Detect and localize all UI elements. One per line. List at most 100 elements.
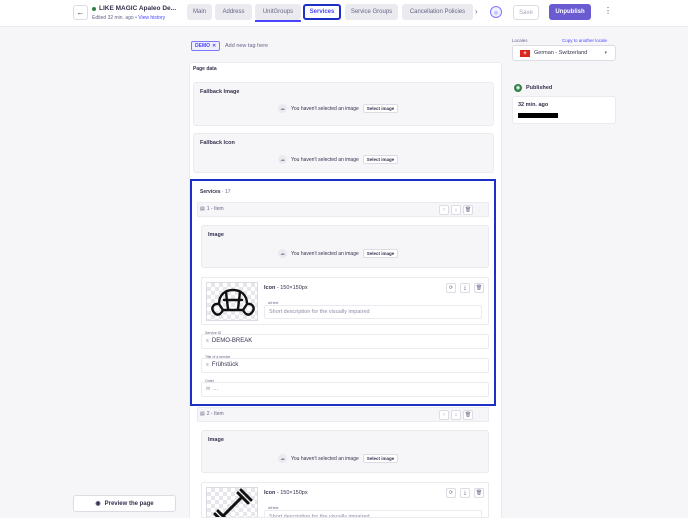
empty-image-text: You haven't selected an image [291, 455, 359, 462]
item-label: ▤ 2 - Item [200, 411, 224, 417]
redacted-text [518, 113, 558, 118]
item-image-label: Image [208, 232, 224, 238]
services-header: Services · 17 [200, 189, 231, 195]
select-image-button[interactable]: Select image [362, 454, 399, 463]
fallback-icon-picker: ☁ You haven't selected an image Select i… [278, 155, 399, 164]
image-upload-icon: ☁ [278, 104, 287, 113]
replace-icon[interactable]: ⟳ [446, 283, 456, 293]
fallback-image-field: Fallback Image ☁ You haven't selected an… [193, 82, 494, 126]
tag-chip-label: DEMO [195, 43, 210, 49]
fallback-image-label: Fallback Image [200, 89, 240, 95]
page-data-title: Page data [193, 66, 217, 72]
item-1-image-field: Image ☁ You haven't selected an image Se… [201, 225, 489, 268]
publish-status-card: ◉ Published 32 min. ago [510, 80, 617, 124]
item-drag-icon: ▤ [200, 206, 205, 212]
delete-button[interactable]: 🗑 [463, 410, 473, 420]
eye-icon: ◉ [95, 501, 101, 507]
select-image-button[interactable]: Select image [362, 104, 399, 113]
more-vertical-icon[interactable]: ⋮ [604, 6, 612, 15]
icon-preview[interactable] [206, 487, 258, 517]
item-1-label: 1 - Item [206, 206, 224, 212]
empty-image-text: You haven't selected an image [291, 105, 359, 112]
trash-icon[interactable]: 🗑 [474, 283, 484, 293]
move-up-button[interactable]: ↑ [439, 410, 449, 420]
image-upload-icon: ☁ [278, 249, 287, 258]
tab-unitgroups[interactable]: UnitGroups [255, 4, 301, 20]
fallback-image-picker: ☁ You haven't selected an image Select i… [278, 104, 399, 113]
drag-handle-icon[interactable]: ⋮ [475, 205, 485, 215]
croissant-icon [211, 288, 255, 316]
text-icon: ≡ [206, 362, 209, 368]
view-history-link[interactable]: View history [138, 15, 165, 21]
copy-locale-link[interactable]: Copy to another locale [562, 38, 607, 43]
image-upload-icon: ☁ [278, 155, 287, 164]
chevron-down-icon: ▾ [604, 50, 607, 56]
move-up-button[interactable]: ↑ [439, 205, 449, 215]
tab-cancellation-policies[interactable]: Cancellation Policies [402, 4, 473, 20]
entry-subtitle: Edited 32 min. ago • View history [92, 15, 165, 21]
published-info: 32 min. ago [512, 96, 616, 124]
download-icon[interactable]: ⤓ [460, 283, 470, 293]
tab-service-groups[interactable]: Service Groups [345, 4, 398, 20]
icon-size-sep: - [276, 490, 279, 496]
icon-title: Icon - 150×150px [264, 285, 308, 291]
item-actions: ↑ ↓ 🗑 ⋮ [439, 410, 485, 420]
avatar-icon[interactable]: ◎ [490, 6, 502, 18]
service-id-value-row: ≡ DEMO-BREAK [206, 338, 252, 344]
locale-select[interactable]: + German - Switzerland ▾ [512, 45, 616, 61]
chevron-right-icon[interactable]: › [475, 7, 478, 16]
alt-text-input[interactable]: Short description for the visually impai… [264, 305, 482, 319]
tab-address[interactable]: Address [215, 4, 252, 20]
item-actions: ↑ ↓ 🗑 ⋮ [439, 205, 485, 215]
image-upload-icon: ☁ [278, 454, 287, 463]
swiss-flag-icon: + [520, 50, 530, 57]
add-tag-input[interactable]: Add new tag here [225, 43, 268, 49]
service-title-field[interactable]: ≡ Frühstück [201, 358, 489, 373]
icon-actions: ⟳ ⤓ 🗑 [446, 488, 484, 498]
separator: • [135, 15, 137, 21]
edited-time: Edited 32 min. ago [92, 15, 134, 21]
trash-icon[interactable]: 🗑 [474, 488, 484, 498]
preview-button[interactable]: ◉ Preview the page [73, 495, 176, 512]
icon-actions: ⟳ ⤓ 🗑 [446, 283, 484, 293]
fallback-icon-label: Fallback Icon [200, 140, 235, 146]
status-dot [92, 7, 96, 11]
icon-preview[interactable] [206, 282, 258, 321]
service-id-field[interactable]: ≡ DEMO-BREAK [201, 334, 489, 349]
select-image-button[interactable]: Select image [362, 249, 399, 258]
service-title-value-row: ≡ Frühstück [206, 362, 238, 368]
service-item-2-header[interactable]: ▤ 2 - Item ↑ ↓ 🗑 ⋮ [197, 407, 489, 422]
order-field[interactable]: ✉ ... [201, 382, 489, 397]
move-down-button[interactable]: ↓ [451, 205, 461, 215]
select-image-button[interactable]: Select image [362, 155, 399, 164]
published-label: Published [526, 85, 553, 91]
item-2-icon-field: Icon - 150×150px ⟳ ⤓ 🗑 alt text Short de… [201, 482, 489, 518]
tab-main[interactable]: Main [187, 4, 212, 20]
order-value-row: ✉ ... [206, 386, 218, 392]
preview-label: Preview the page [104, 500, 154, 507]
tag-chip[interactable]: DEMO ✕ [191, 41, 221, 51]
save-button[interactable]: Save [513, 5, 539, 20]
download-icon[interactable]: ⤓ [460, 488, 470, 498]
item-drag-icon: ▤ [200, 411, 205, 417]
item-1-image-picker: ☁ You haven't selected an image Select i… [278, 249, 399, 258]
service-id-value: DEMO-BREAK [211, 338, 253, 344]
item-2-image-field: Image ☁ You haven't selected an image Se… [201, 430, 489, 473]
icon-title: Icon - 150×150px [264, 490, 308, 496]
unpublish-button[interactable]: Unpublish [549, 4, 591, 20]
services-label: Services [200, 189, 221, 195]
back-button[interactable]: ← [73, 5, 88, 20]
delete-button[interactable]: 🗑 [463, 205, 473, 215]
replace-icon[interactable]: ⟳ [446, 488, 456, 498]
drag-handle-icon[interactable]: ⋮ [475, 410, 485, 420]
move-down-button[interactable]: ↓ [451, 410, 461, 420]
services-count: 17 [225, 189, 231, 195]
tab-services[interactable]: Services [303, 4, 341, 20]
item-label: ▤ 1 - Item [200, 206, 224, 212]
globe-icon: ◉ [514, 84, 522, 92]
locale-value: German - Switzerland [534, 50, 588, 56]
close-icon[interactable]: ✕ [212, 43, 216, 49]
empty-image-text: You haven't selected an image [291, 156, 359, 163]
alt-text-input[interactable]: Short description for the visually impai… [264, 510, 482, 517]
service-item-1-header[interactable]: ▤ 1 - Item ↑ ↓ 🗑 ⋮ [197, 202, 489, 217]
